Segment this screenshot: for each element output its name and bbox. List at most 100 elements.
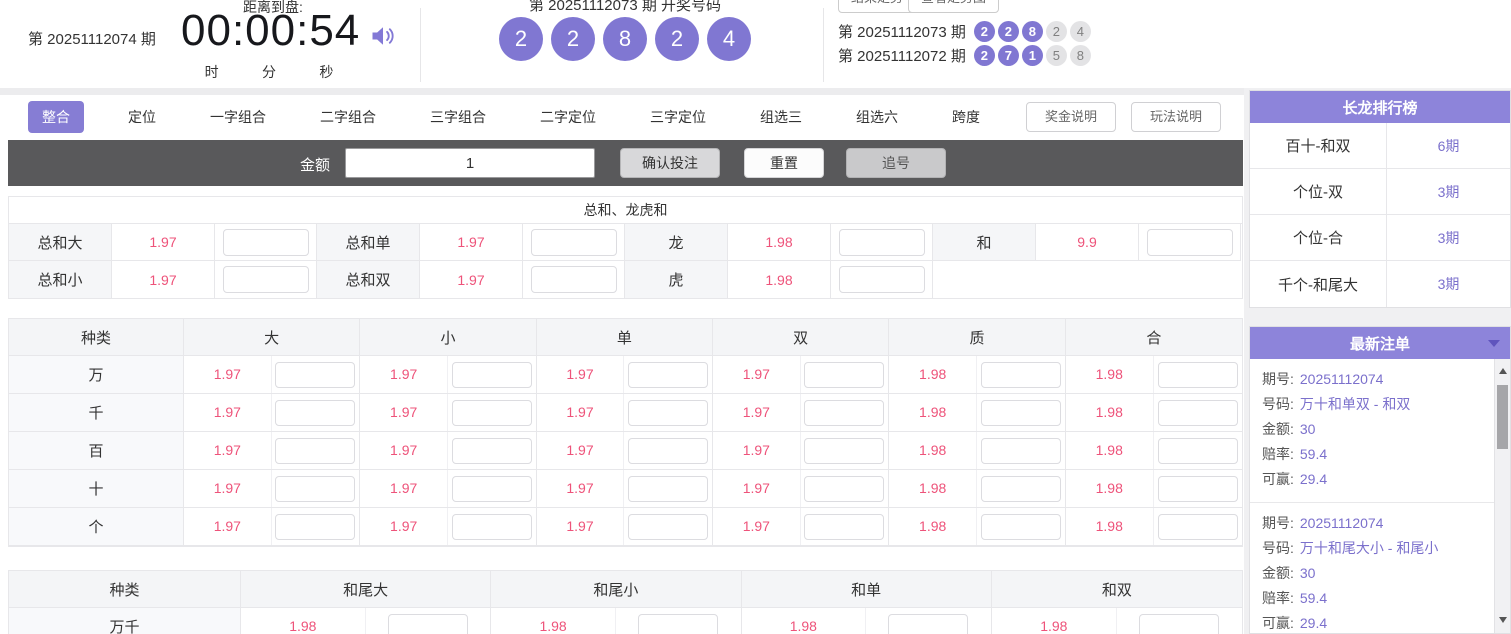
bet-input[interactable]: [530, 266, 617, 293]
tab-三字组合[interactable]: 三字组合: [420, 101, 496, 133]
bet-input[interactable]: [1157, 513, 1238, 540]
bet-input[interactable]: [275, 475, 356, 502]
bet-input[interactable]: [530, 228, 617, 256]
tab-组选六[interactable]: 组选六: [846, 101, 908, 133]
tab-定位[interactable]: 定位: [118, 101, 166, 133]
bet-input[interactable]: [451, 437, 532, 464]
result-trend-button[interactable]: 结果走势: [838, 0, 917, 13]
order-field-value: 万十和单双 - 和双: [1299, 396, 1411, 412]
tab-list: 整合定位一字组合二字组合三字组合二字定位三字定位组选三组选六跨度牛牛: [28, 101, 1106, 133]
bet-input[interactable]: [804, 399, 885, 426]
order-field-value: 59.4: [1299, 446, 1328, 462]
bet-input[interactable]: [804, 475, 885, 502]
bet-input[interactable]: [451, 513, 532, 540]
bet-input[interactable]: [628, 437, 709, 464]
bet-input[interactable]: [275, 399, 356, 426]
tab-组选三[interactable]: 组选三: [750, 101, 812, 133]
bet-input[interactable]: [804, 361, 885, 388]
odds-value: 1.97: [420, 261, 523, 298]
bet-input[interactable]: [980, 361, 1061, 388]
view-trend-chart-button[interactable]: 查看走势图: [908, 0, 1000, 13]
table-row: 千 1.97 1.97 1.97 1.97 1.98 1.98: [9, 394, 1242, 432]
order-field-issue: 期号: 20251112074: [1262, 511, 1494, 536]
bet-input[interactable]: [628, 475, 709, 502]
bet-input[interactable]: [804, 513, 885, 540]
bet-input[interactable]: [1157, 361, 1238, 388]
draw-ball: 8: [603, 17, 647, 61]
tab-二字定位[interactable]: 二字定位: [530, 101, 606, 133]
scroll-down-icon[interactable]: [1499, 617, 1507, 623]
bet-input[interactable]: [451, 475, 532, 502]
odds-bet-cell: 1.97: [360, 394, 537, 432]
bet-input[interactable]: [980, 437, 1061, 464]
table-row: 个 1.97 1.97 1.97 1.97 1.98 1.98: [9, 508, 1242, 546]
bet-input[interactable]: [838, 266, 925, 293]
bet-input[interactable]: [1157, 437, 1238, 464]
bet-input[interactable]: [804, 437, 885, 464]
bet-input[interactable]: [980, 399, 1061, 426]
order-field-odds: 赔率: 59.4: [1262, 442, 1494, 467]
odds-bet-cell: 1.97: [712, 508, 890, 546]
odds-bet-cell: 1.97: [536, 470, 713, 508]
bet-input[interactable]: [451, 399, 532, 426]
bet-input[interactable]: [628, 513, 709, 540]
bet-input[interactable]: [838, 228, 925, 256]
main-table-header: 种类大小单双质合: [9, 319, 1242, 356]
confirm-bet-button[interactable]: 确认投注: [620, 148, 720, 178]
bet-input[interactable]: [275, 513, 356, 540]
reset-button[interactable]: 重置: [744, 148, 824, 178]
odds-bet-cell: 1.98: [491, 608, 742, 634]
bet-input[interactable]: [628, 399, 709, 426]
chase-number-button[interactable]: 追号: [846, 148, 946, 178]
tab-跨度[interactable]: 跨度: [942, 101, 990, 133]
sum-item-label: 龙: [625, 224, 728, 261]
streak-panel-header: 长龙排行榜: [1250, 91, 1510, 123]
amount-input[interactable]: [345, 148, 595, 178]
bet-input[interactable]: [387, 613, 468, 634]
bet-input-wrap: [366, 613, 491, 634]
odds-value: 1.98: [889, 394, 977, 431]
history-ball: 2: [973, 20, 995, 42]
odds-bet-cell: 1.97: [360, 432, 537, 470]
orders-scrollbar[interactable]: [1494, 359, 1510, 633]
bet-input[interactable]: [1146, 228, 1233, 256]
bet-input[interactable]: [980, 513, 1061, 540]
odds-value: 1.97: [184, 508, 272, 545]
tab-三字定位[interactable]: 三字定位: [640, 101, 716, 133]
streak-label: 个位-合: [1250, 215, 1387, 260]
bet-input[interactable]: [1139, 613, 1220, 634]
tab-二字组合[interactable]: 二字组合: [310, 101, 386, 133]
lottery-betting-page: 第 20251112074 期 距离到盘: 00:00:54 时 分 秒 第 2…: [0, 0, 1511, 634]
prize-info-button[interactable]: 奖金说明: [1026, 102, 1117, 132]
tab-一字组合[interactable]: 一字组合: [200, 101, 276, 133]
scrollbar-thumb[interactable]: [1497, 385, 1508, 449]
odds-value: 1.98: [1066, 508, 1154, 545]
history-row: 第 20251112073 期22824: [838, 20, 1094, 42]
bet-input-wrap: [1154, 361, 1242, 388]
sum-item-label: 总和小: [9, 261, 112, 298]
order-field-amount: 金额: 30: [1262, 417, 1494, 442]
bet-input[interactable]: [275, 437, 356, 464]
bet-input[interactable]: [275, 361, 356, 388]
order-field-issue: 期号: 20251112074: [1262, 367, 1494, 392]
bet-input-wrap: [616, 613, 741, 634]
odds-value: 1.98: [889, 470, 977, 507]
scroll-up-icon[interactable]: [1499, 368, 1507, 374]
bet-input[interactable]: [1157, 399, 1238, 426]
speaker-icon[interactable]: [369, 22, 397, 50]
bet-input[interactable]: [628, 361, 709, 388]
chevron-down-icon[interactable]: [1488, 340, 1500, 347]
history-issue-label: 第 20251112072 期: [838, 47, 966, 65]
bet-input[interactable]: [638, 613, 719, 634]
bet-input[interactable]: [222, 266, 309, 293]
rules-info-button[interactable]: 玩法说明: [1131, 102, 1222, 132]
bet-input-wrap: [801, 513, 889, 540]
tab-整合[interactable]: 整合: [28, 101, 84, 133]
bet-input[interactable]: [1157, 475, 1238, 502]
odds-value: 1.97: [537, 432, 625, 469]
bet-input[interactable]: [980, 475, 1061, 502]
bet-input[interactable]: [222, 228, 309, 256]
orders-list: 期号: 20251112074 号码: 万十和单双 - 和双 金额: 30 赔率: 59.4 可…: [1250, 359, 1494, 633]
bet-input[interactable]: [451, 361, 532, 388]
bet-input[interactable]: [888, 613, 969, 634]
